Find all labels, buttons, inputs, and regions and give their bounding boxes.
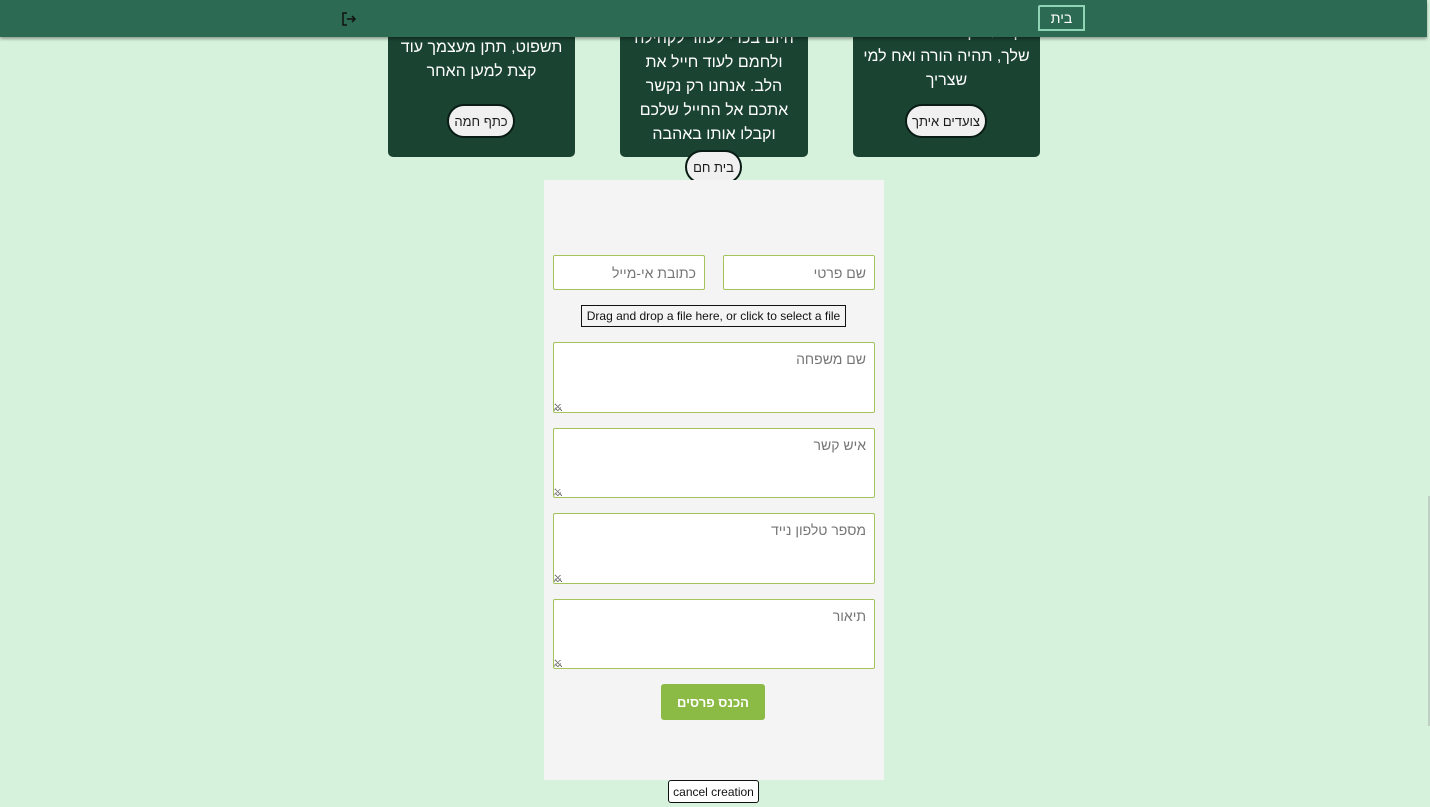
last-name-field[interactable] bbox=[553, 342, 875, 413]
first-name-input[interactable] bbox=[723, 255, 875, 290]
card-description: תשפוט, תתן מעצמך עוד קצת למען האחר bbox=[400, 39, 563, 80]
logout-icon[interactable] bbox=[340, 10, 358, 28]
email-input[interactable] bbox=[553, 255, 705, 290]
description-field[interactable] bbox=[553, 599, 875, 669]
card-description: היום בכדי לעזור לקהילה ולחמם לעוד חייל א… bbox=[634, 30, 794, 143]
cancel-creation-button[interactable]: cancel creation bbox=[668, 780, 759, 803]
warm-home-button[interactable]: בית חם bbox=[685, 150, 742, 184]
contact-person-field[interactable] bbox=[553, 428, 875, 498]
file-drop-zone[interactable]: Drag and drop a file here, or click to s… bbox=[581, 305, 846, 327]
warm-shoulder-button[interactable]: כתף חמה bbox=[447, 104, 515, 138]
top-navbar: בית bbox=[0, 0, 1427, 37]
walking-with-you-button[interactable]: צועדים איתך bbox=[905, 104, 987, 138]
submit-button[interactable]: הכנס פרסים bbox=[661, 684, 765, 720]
mobile-phone-field[interactable] bbox=[553, 513, 875, 584]
home-button[interactable]: בית bbox=[1038, 5, 1085, 31]
